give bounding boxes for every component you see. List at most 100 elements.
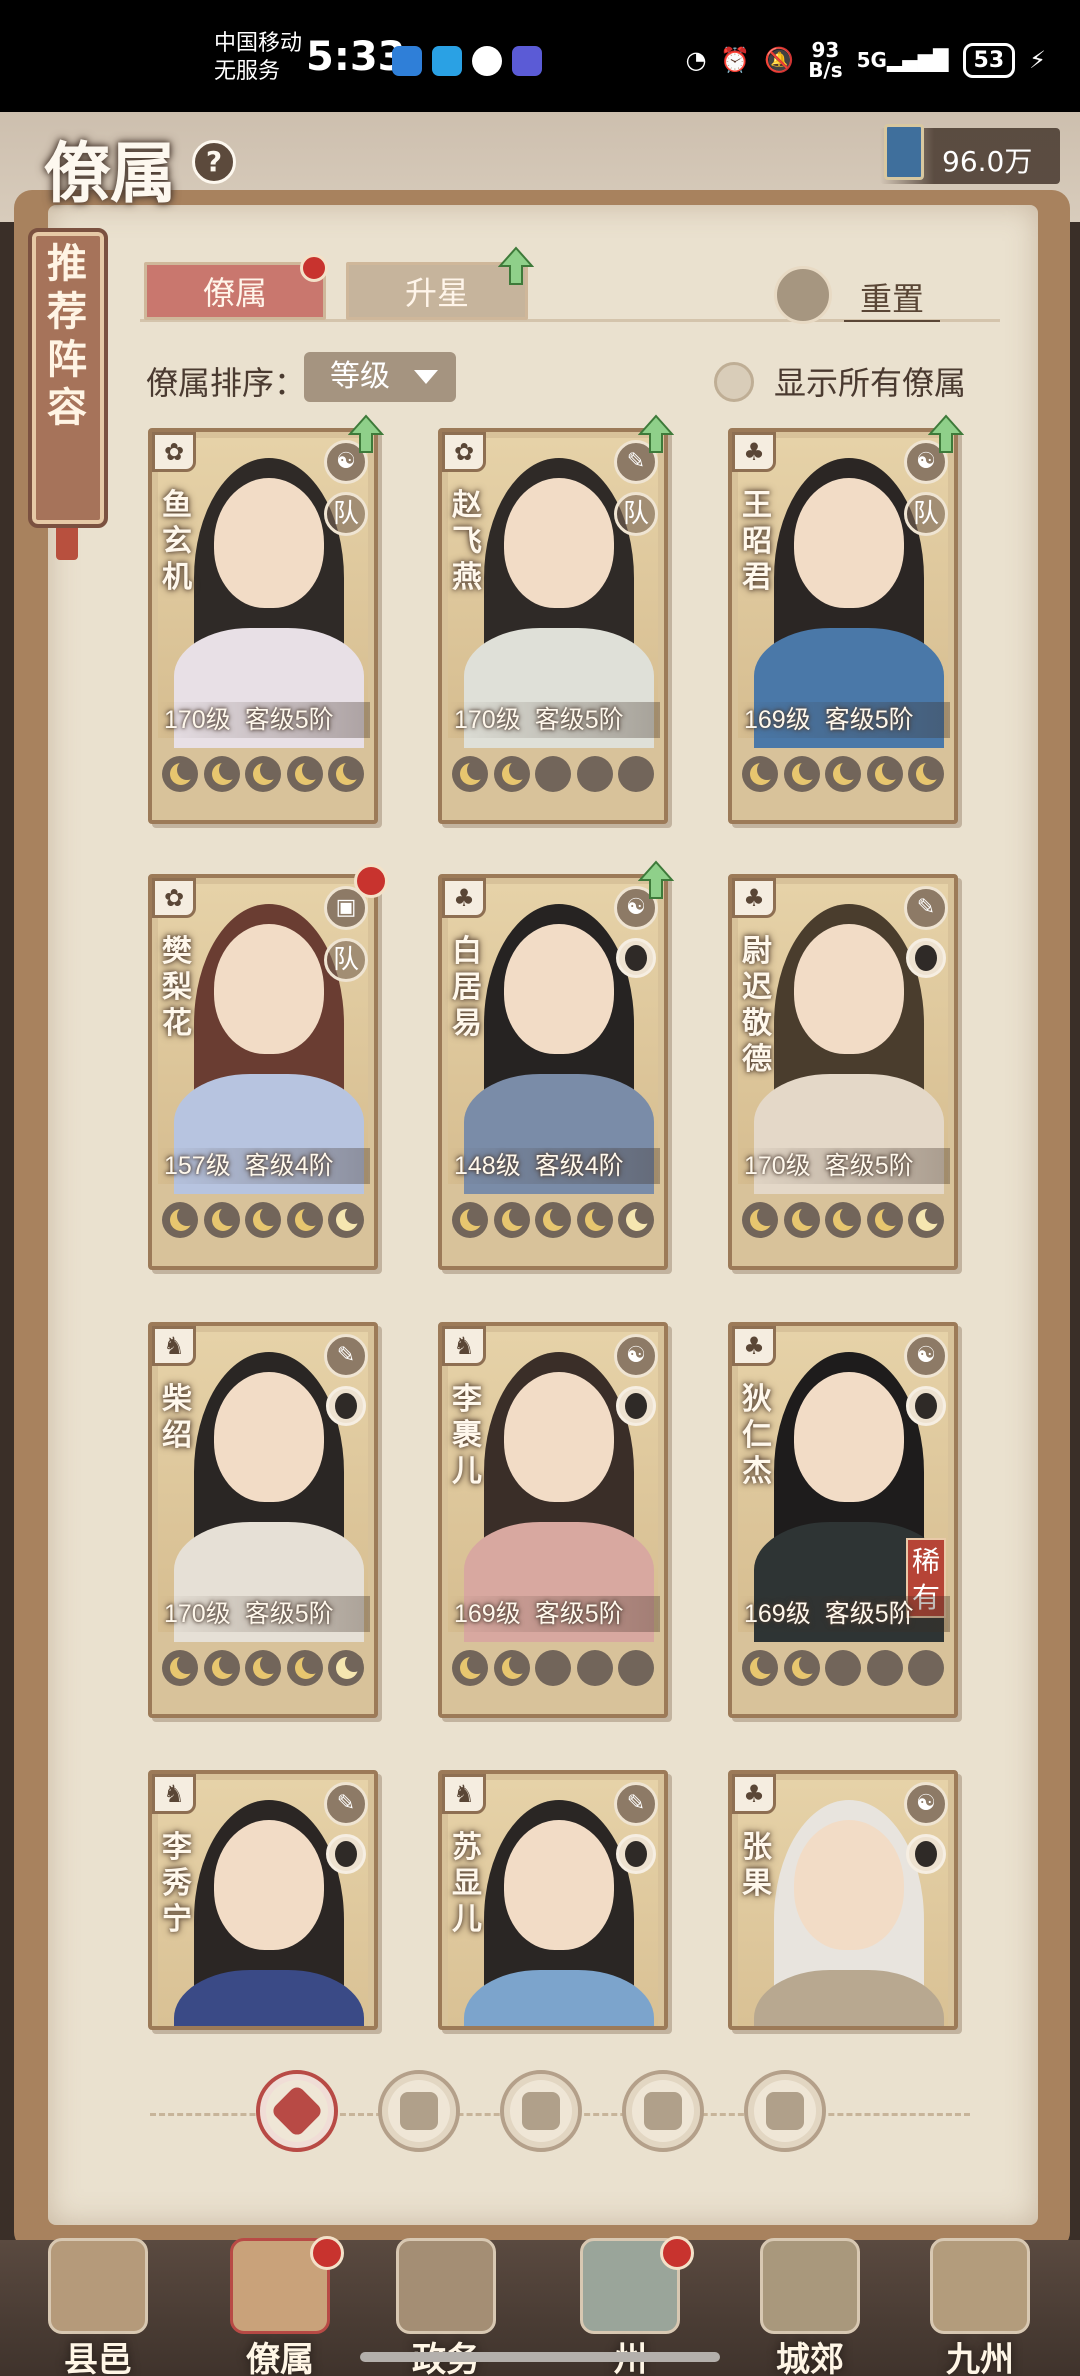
network-type: 5G — [856, 48, 887, 72]
partner-avatar — [326, 1386, 366, 1426]
filter-category-button[interactable] — [378, 2070, 460, 2152]
nav-reddot — [660, 2236, 694, 2270]
moon-icon — [203, 1650, 240, 1686]
partner-avatar — [906, 1386, 946, 1426]
moon-icon — [328, 756, 364, 792]
sort-dropdown[interactable]: 等级 — [304, 352, 456, 402]
retainer-card[interactable]: ♞ ☯ 李裹儿 169级 客级5阶 — [438, 1322, 668, 1718]
retainer-level-row: 170级 客级5阶 — [448, 702, 660, 738]
retainer-level: 169级 — [744, 1600, 811, 1628]
nav-item[interactable]: 僚属 — [210, 2236, 350, 2376]
nav-item[interactable]: 县邑 — [28, 2236, 168, 2376]
retainer-name: 张果 — [742, 1830, 772, 1901]
retainer-card[interactable]: ✿ ☯ 鱼玄机队 170级 客级5阶 — [148, 428, 378, 824]
retainer-card[interactable]: ♣ ☯ 王昭君队 169级 客级5阶 — [728, 428, 958, 824]
partner-avatar — [906, 938, 946, 978]
class-icon: ♞ — [152, 1326, 196, 1366]
retainer-card[interactable]: ✿ ✎ 赵飞燕队 170级 客级5阶 — [438, 428, 668, 824]
nfc-icon: ◔ — [685, 46, 707, 74]
moon-icon — [203, 756, 240, 792]
filter-all-button[interactable] — [256, 2070, 338, 2152]
bell-icon — [400, 2092, 438, 2130]
retainer-level-row: 170级 客级5阶 — [158, 702, 370, 738]
nav-label: 城郊 — [776, 2340, 844, 2376]
show-all-checkbox[interactable] — [713, 362, 754, 402]
reset-label: 重置 — [844, 274, 941, 322]
partner-avatar — [616, 938, 656, 978]
star-moons — [446, 750, 660, 798]
retainer-level-row: 157级 客级4阶 — [158, 1148, 370, 1184]
retainer-card[interactable]: ♞ ✎ 李秀宁 — [148, 1770, 378, 2030]
upgrade-arrow-icon — [348, 414, 384, 453]
upgrade-arrow-icon — [638, 860, 674, 899]
portrait-face — [794, 1372, 904, 1502]
nav-item[interactable]: 城郊 — [740, 2236, 880, 2376]
retainer-card[interactable]: ✿ ▣ 樊梨花队 157级 客级4阶 — [148, 874, 378, 1270]
moon-icon — [866, 1650, 903, 1686]
fan-icon — [644, 2092, 682, 2130]
nav-item[interactable]: 九州 — [910, 2236, 1050, 2376]
filter-category-button[interactable] — [744, 2070, 826, 2152]
reset-icon — [774, 266, 832, 324]
retainer-level-row: 148级 客级4阶 — [448, 1148, 660, 1184]
net-speed-value: 93 — [811, 38, 840, 62]
show-all-toggle[interactable]: 显示所有僚属 — [713, 358, 966, 404]
retainer-card[interactable]: ♣ ☯ 张果 — [728, 1770, 958, 2030]
nav-label: 僚属 — [246, 2340, 314, 2376]
retainer-level: 148级 — [454, 1152, 521, 1180]
reset-button[interactable]: 重置 — [774, 266, 980, 324]
retainer-level: 169级 — [744, 706, 811, 734]
show-all-label: 显示所有僚属 — [773, 364, 966, 402]
moon-icon — [783, 1202, 820, 1238]
status-bar: 中国移动 无服务 5:33 ◔ ⏰ 🔕 93 B/s 5G▂▄▆█ 53 ⚡ — [0, 0, 1080, 112]
portrait-face — [504, 478, 614, 608]
portrait-face — [794, 924, 904, 1054]
retainer-card[interactable]: ♣☯狄仁杰稀有169级客级5阶 — [728, 1322, 958, 1718]
class-icon: ♣ — [732, 432, 776, 472]
retainer-level-row: 169级 客级5阶 — [448, 1596, 660, 1632]
retainer-card[interactable]: ♣ ✎ 尉迟敬德 170级 客级5阶 — [728, 874, 958, 1270]
help-icon[interactable]: ? — [192, 140, 236, 184]
portrait-face — [214, 478, 324, 608]
app-notification-icon — [392, 46, 422, 76]
partner-avatar — [616, 1386, 656, 1426]
moon-icon — [618, 1202, 654, 1238]
notification-icons — [392, 46, 542, 76]
moon-icon — [618, 756, 654, 792]
filter-category-button[interactable] — [500, 2070, 582, 2152]
moon-icon — [162, 756, 198, 792]
moon-icon — [783, 1650, 820, 1686]
retainer-name: 苏显儿 — [452, 1830, 482, 1937]
retainer-card[interactable]: ♞ ✎ 柴绍 170级 客级5阶 — [148, 1322, 378, 1718]
card-reddot — [354, 864, 388, 898]
moon-icon — [493, 1202, 530, 1238]
class-icon: ♣ — [732, 1326, 776, 1366]
carrier-name: 中国移动 — [214, 31, 303, 56]
retainer-rank: 客级5阶 — [824, 1152, 914, 1180]
retainer-rank: 客级5阶 — [824, 1600, 914, 1628]
horse-icon — [766, 2092, 804, 2130]
moon-icon — [162, 1202, 198, 1238]
nav-building-icon — [930, 2238, 1030, 2334]
class-icon: ✿ — [442, 432, 486, 472]
attribute-icon: ✎ — [324, 1334, 368, 1378]
star-moons — [736, 1644, 950, 1692]
retainer-level: 170级 — [164, 1600, 231, 1628]
moon-icon — [576, 1650, 613, 1686]
portrait-face — [504, 1372, 614, 1502]
star-moons — [736, 750, 950, 798]
carrier-service: 无服务 — [214, 59, 281, 84]
portrait-face — [794, 478, 904, 608]
gourd-icon — [522, 2092, 560, 2130]
retainer-card[interactable]: ♞ ✎ 苏显儿 — [438, 1770, 668, 2030]
attribute-icon: ✎ — [904, 886, 948, 930]
tab-retainers[interactable]: 僚属 — [144, 262, 326, 320]
moon-icon — [493, 1650, 530, 1686]
alarm-icon: ⏰ — [720, 46, 751, 74]
page-title: 僚属 — [44, 134, 176, 212]
moon-icon — [245, 1202, 281, 1238]
moon-icon — [825, 756, 861, 792]
class-icon: ♞ — [152, 1774, 196, 1814]
filter-category-button[interactable] — [622, 2070, 704, 2152]
retainer-card[interactable]: ♣ ☯ 白居易 148级 客级4阶 — [438, 874, 668, 1270]
